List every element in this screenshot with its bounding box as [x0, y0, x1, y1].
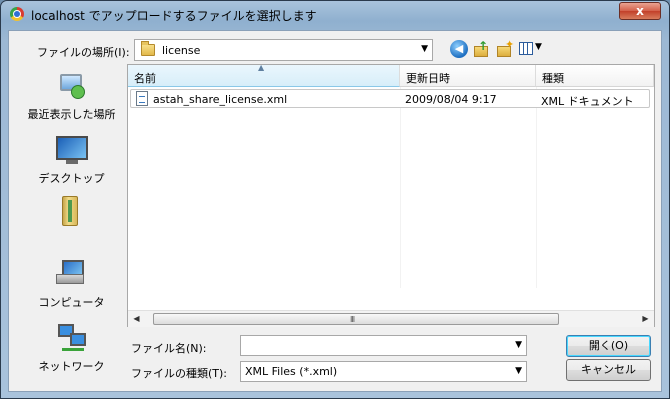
title-bar[interactable]: localhost でアップロードするファイルを選択します x [1, 1, 669, 29]
chrome-app-icon [10, 7, 24, 21]
column-header-label: 名前 [134, 72, 156, 85]
file-type: XML ドキュメント [541, 95, 634, 108]
up-folder-icon[interactable]: ↑ [473, 39, 491, 58]
documents-icon [56, 196, 88, 226]
column-header-name[interactable]: ▲ 名前 [128, 65, 400, 87]
scrollbar-thumb[interactable]: III [153, 313, 559, 325]
close-icon: x [636, 4, 644, 18]
window-title: localhost でアップロードするファイルを選択します [31, 9, 317, 23]
xml-file-icon [136, 91, 148, 106]
up-arrow-icon: ↑ [478, 39, 489, 53]
open-button-label: 開く(O) [588, 339, 629, 352]
sparkle-icon: ✦ [505, 38, 515, 51]
chevron-down-icon[interactable]: ▼ [421, 44, 428, 54]
file-modified: 2009/08/04 9:17 [405, 93, 497, 106]
place-computer[interactable]: コンピュータ [16, 260, 127, 310]
dialog-body: ファイルの場所(I): license ▼ ◀ ↑ ✦ ▼ 最近表示した場所 デ… [8, 30, 662, 392]
close-button[interactable]: x [619, 2, 661, 20]
horizontal-scrollbar[interactable]: ◀ III ▶ [128, 310, 654, 327]
column-header-modified[interactable]: 更新日時 [400, 65, 536, 87]
chevron-down-icon: ▼ [535, 42, 542, 52]
filename-combo[interactable]: ▼ [240, 335, 527, 356]
open-button[interactable]: 開く(O) [566, 335, 651, 357]
grip-icon: III [350, 315, 355, 324]
column-divider [400, 87, 401, 288]
file-upload-dialog: localhost でアップロードするファイルを選択します x ファイルの場所(… [0, 0, 670, 399]
places-bar: 最近表示した場所 デスクトップ コンピュータ ネットワーク [16, 64, 127, 386]
place-recent[interactable]: 最近表示した場所 [16, 72, 127, 122]
details-view-icon [519, 42, 533, 55]
scroll-left-icon[interactable]: ◀ [128, 311, 145, 327]
filetype-value: XML Files (*.xml) [245, 365, 338, 378]
place-desktop[interactable]: デスクトップ [16, 136, 127, 186]
back-icon[interactable]: ◀ [450, 40, 468, 58]
new-folder-icon[interactable]: ✦ [496, 38, 515, 58]
sort-ascending-icon: ▲ [258, 65, 265, 72]
computer-icon [55, 260, 88, 290]
file-name: astah_share_license.xml [153, 93, 288, 106]
network-icon [56, 324, 88, 354]
file-row[interactable]: astah_share_license.xml 2009/08/04 9:17 … [130, 89, 650, 108]
look-in-label: ファイルの場所(I): [37, 46, 130, 59]
column-header-label: 更新日時 [406, 72, 450, 85]
place-network[interactable]: ネットワーク [16, 324, 127, 374]
column-divider [536, 87, 537, 288]
filetype-dropdown[interactable]: XML Files (*.xml) ▼ [240, 361, 527, 382]
recent-places-icon [56, 72, 88, 102]
filename-input[interactable] [241, 336, 509, 355]
file-list[interactable]: ▲ 名前 更新日時 種類 astah_share_license.xml 200… [127, 64, 655, 327]
desktop-icon [55, 136, 88, 166]
chevron-down-icon[interactable]: ▼ [515, 366, 522, 376]
views-menu-icon[interactable]: ▼ [519, 40, 545, 58]
look-in-dropdown[interactable]: license ▼ [134, 39, 433, 61]
place-label: デスクトップ [38, 172, 105, 185]
chevron-down-icon[interactable]: ▼ [515, 340, 522, 350]
filename-label: ファイル名(N): [131, 342, 207, 355]
scroll-right-icon[interactable]: ▶ [637, 311, 654, 327]
place-label: 最近表示した場所 [27, 108, 116, 121]
column-header-type[interactable]: 種類 [536, 65, 654, 87]
column-header-label: 種類 [542, 72, 564, 85]
look-in-value: license [162, 44, 201, 57]
folder-icon [141, 41, 155, 56]
cancel-button-label: キャンセル [581, 363, 636, 376]
place-documents[interactable] [16, 196, 127, 230]
place-label: コンピュータ [38, 296, 105, 309]
cancel-button[interactable]: キャンセル [566, 359, 651, 381]
place-label: ネットワーク [38, 360, 105, 373]
filetype-label: ファイルの種類(T): [131, 367, 228, 380]
